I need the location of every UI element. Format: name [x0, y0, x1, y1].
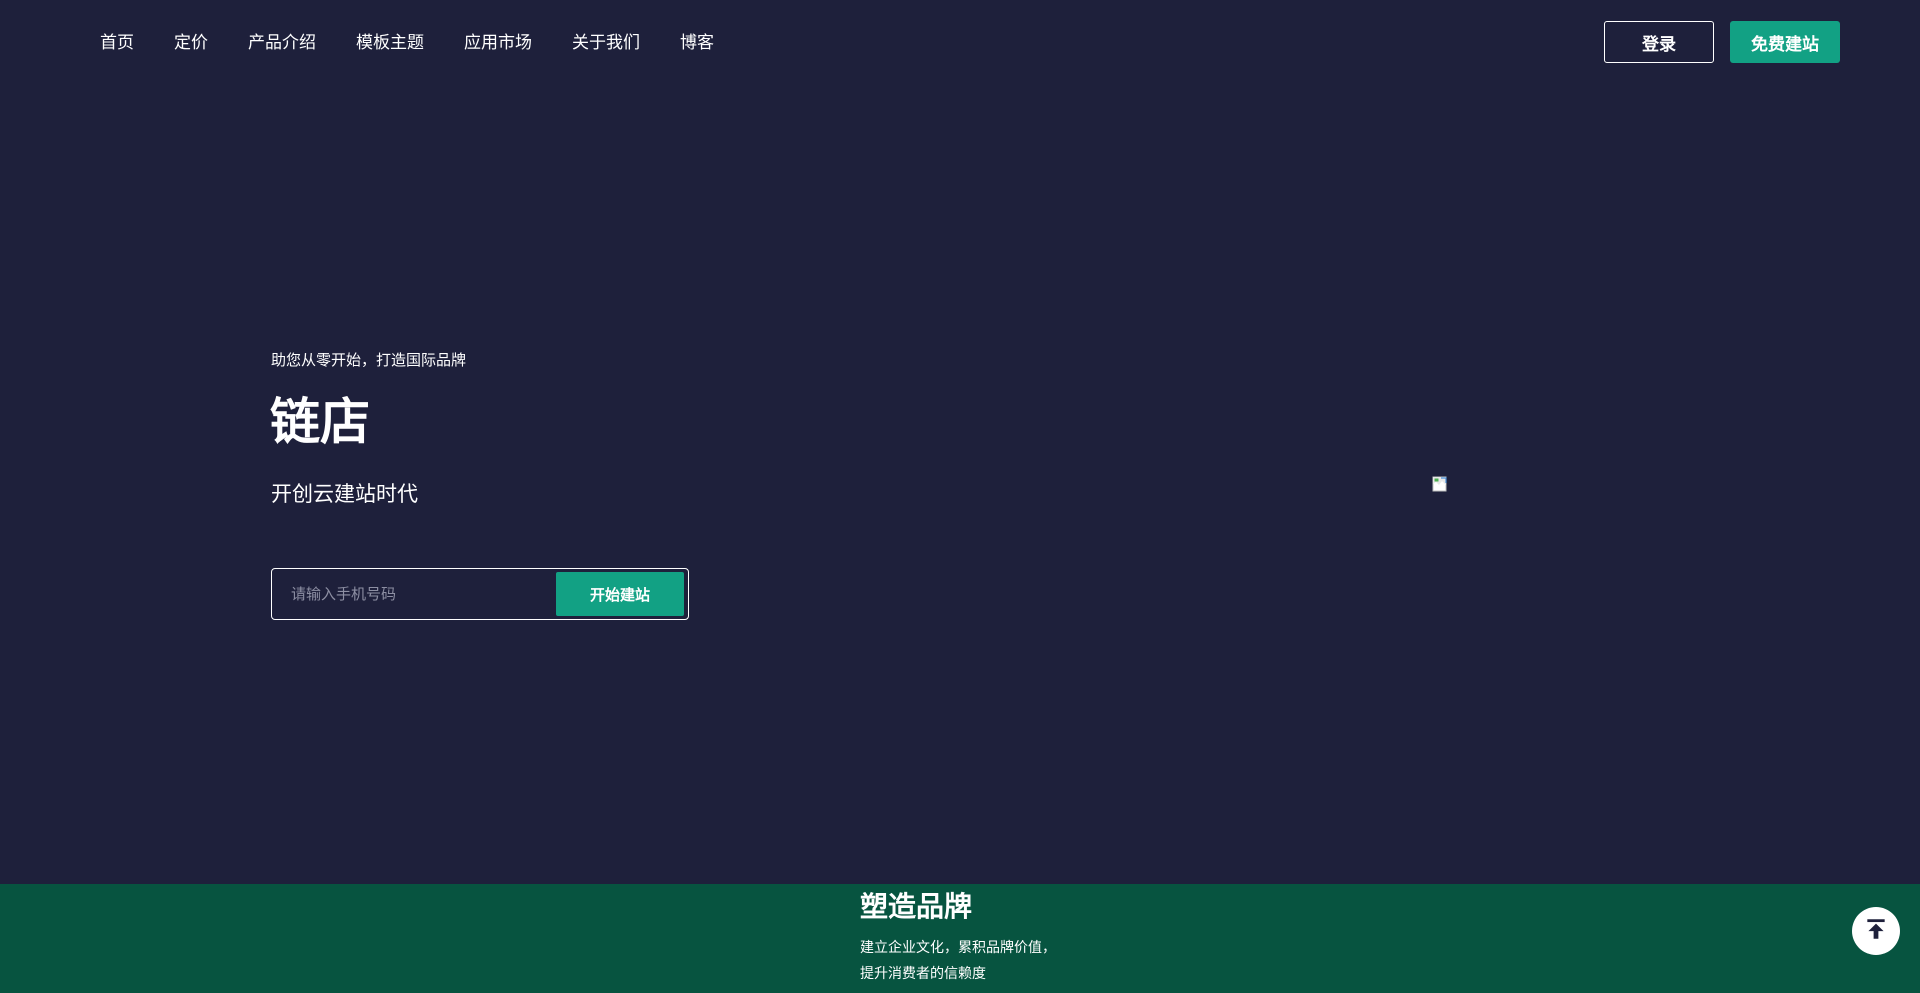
hero-subtitle: 开创云建站时代	[271, 482, 418, 506]
nav-link-app-market[interactable]: 应用市场	[464, 32, 532, 54]
nav-links: 首页 定价 产品介绍 模板主题 应用市场 关于我们 博客	[100, 32, 754, 54]
feature-description-line-2: 提升消费者的信赖度	[860, 966, 986, 982]
hero-title: 链店	[270, 393, 370, 451]
page: 首页 定价 产品介绍 模板主题 应用市场 关于我们 博客 登录 免费建站 助您从…	[0, 0, 1920, 993]
top-navigation: 首页 定价 产品介绍 模板主题 应用市场 关于我们 博客 登录 免费建站	[0, 0, 1920, 86]
feature-title: 塑造品牌	[860, 890, 973, 923]
nav-link-templates[interactable]: 模板主题	[356, 32, 424, 54]
login-button[interactable]: 登录	[1604, 21, 1714, 63]
feature-description-line-1: 建立企业文化，累积品牌价值，	[860, 940, 1056, 956]
phone-input[interactable]	[282, 573, 542, 615]
nav-link-pricing[interactable]: 定价	[174, 32, 208, 54]
free-site-button[interactable]: 免费建站	[1730, 21, 1840, 63]
nav-link-product[interactable]: 产品介绍	[248, 32, 316, 54]
feature-band: 塑造品牌 建立企业文化，累积品牌价值， 提升消费者的信赖度	[0, 884, 1920, 993]
nav-link-blog[interactable]: 博客	[680, 32, 714, 54]
hero-tagline: 助您从零开始，打造国际品牌	[271, 351, 467, 369]
start-building-button[interactable]: 开始建站	[556, 572, 684, 616]
nav-link-home[interactable]: 首页	[100, 32, 134, 54]
nav-link-about[interactable]: 关于我们	[572, 32, 640, 54]
back-to-top-button[interactable]	[1852, 907, 1900, 955]
signup-form: 开始建站	[271, 568, 689, 620]
broken-image-icon	[1432, 476, 1448, 492]
arrow-up-to-top-icon	[1863, 916, 1889, 946]
